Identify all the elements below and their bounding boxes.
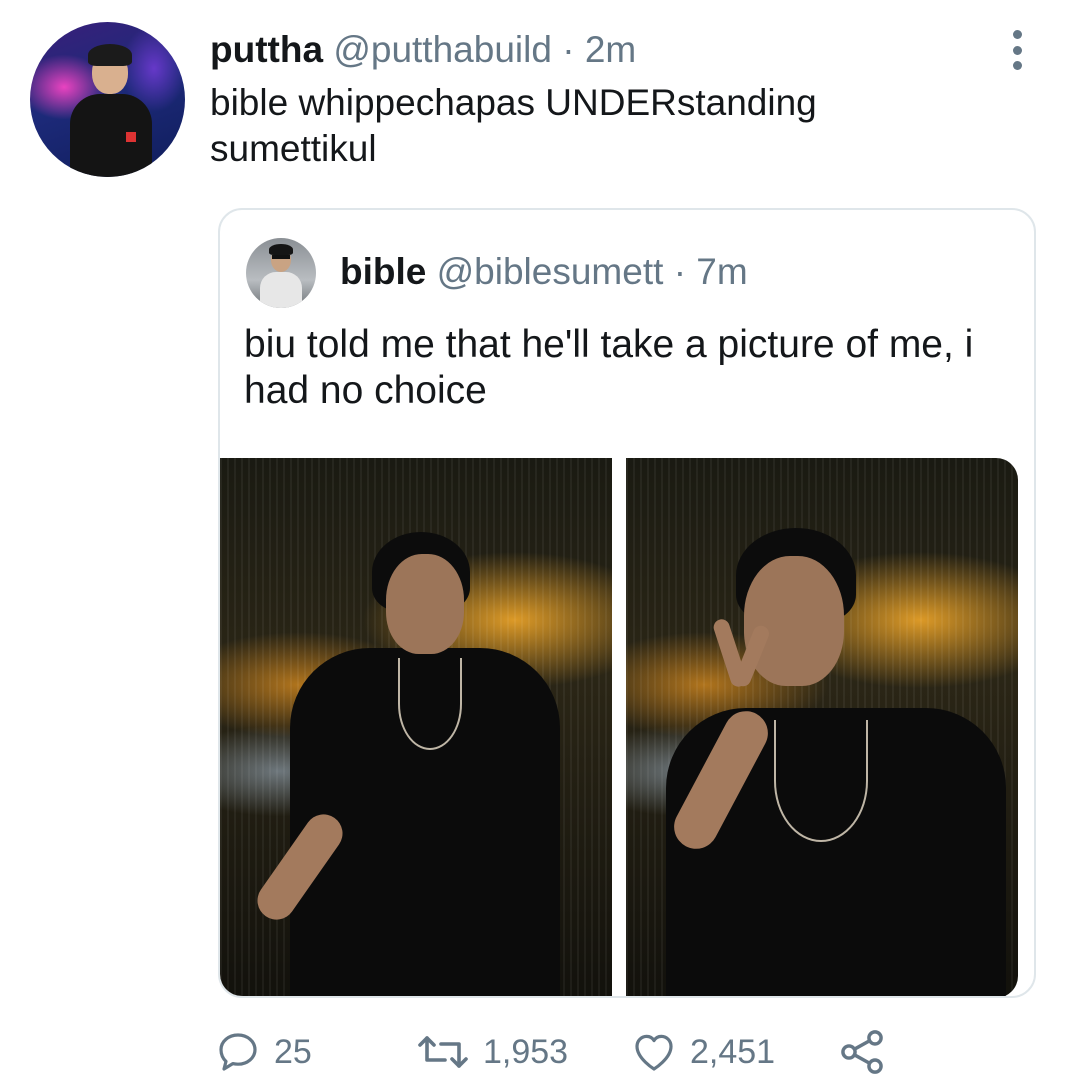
like-button[interactable]: 2,451 bbox=[630, 1022, 775, 1082]
tweet-time[interactable]: 2m bbox=[585, 29, 636, 70]
retweet-button[interactable]: 1,953 bbox=[415, 1022, 568, 1082]
retweet-icon bbox=[418, 1036, 468, 1068]
separator-dot: · bbox=[562, 29, 575, 70]
more-options-icon[interactable] bbox=[1003, 28, 1031, 72]
avatar-figure-glasses bbox=[272, 255, 290, 259]
author-avatar[interactable] bbox=[30, 22, 185, 177]
tweet-text: bible whippechapas UNDERstanding sumetti… bbox=[210, 82, 817, 169]
quoted-author-handle[interactable]: @biblesumett bbox=[437, 251, 664, 292]
avatar-figure-badge bbox=[126, 132, 136, 142]
quoted-author-avatar[interactable] bbox=[246, 238, 316, 308]
more-dot bbox=[1012, 45, 1022, 55]
photo-figure-necklace bbox=[398, 658, 462, 750]
quoted-tweet-header: bible @biblesumett · 7m bbox=[340, 248, 748, 296]
photo-figure-necklace bbox=[774, 720, 868, 842]
heart-icon bbox=[635, 1034, 673, 1071]
separator-dot: · bbox=[673, 251, 687, 292]
quoted-tweet-time[interactable]: 7m bbox=[696, 251, 747, 292]
avatar-figure-torso bbox=[70, 94, 152, 177]
photo-figure-head bbox=[386, 554, 464, 654]
share-icon bbox=[841, 1030, 883, 1074]
more-dot bbox=[1012, 30, 1022, 39]
photo-figure-head bbox=[744, 556, 844, 686]
avatar-figure-shirt bbox=[260, 272, 302, 308]
author-handle[interactable]: @putthabuild bbox=[333, 29, 552, 70]
avatar-figure-hair bbox=[88, 44, 132, 66]
share-button[interactable] bbox=[836, 1022, 888, 1082]
reply-count: 25 bbox=[274, 1032, 312, 1071]
retweet-count: 1,953 bbox=[483, 1032, 569, 1071]
tweet-actions-bar: 25 1,953 2,451 bbox=[0, 1022, 1080, 1082]
author-name[interactable]: puttha bbox=[210, 29, 323, 70]
quoted-tweet-text: biu told me that he'll take a picture of… bbox=[244, 323, 974, 412]
reply-icon bbox=[219, 1033, 257, 1071]
quoted-photo-1[interactable] bbox=[220, 458, 612, 996]
quoted-author-name[interactable]: bible bbox=[340, 251, 426, 292]
tweet-header: puttha @putthabuild · 2m bbox=[210, 28, 636, 72]
reply-button[interactable]: 25 bbox=[214, 1022, 312, 1082]
quoted-photo-2[interactable] bbox=[626, 458, 1018, 996]
quoted-tweet[interactable]: bible @biblesumett · 7m biu told me that… bbox=[218, 208, 1036, 998]
more-dot bbox=[1012, 61, 1022, 70]
avatar-figure-hair bbox=[269, 244, 293, 255]
like-count: 2,451 bbox=[690, 1032, 776, 1071]
